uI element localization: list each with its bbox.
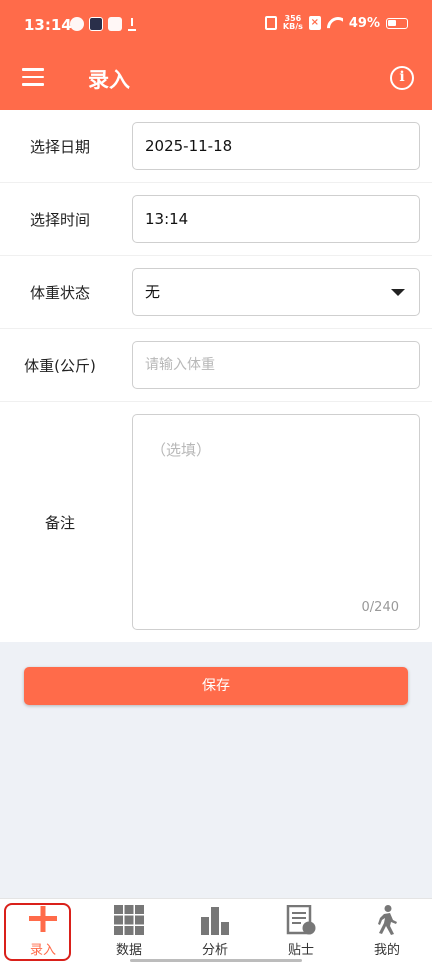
battery-icon [386, 17, 408, 29]
info-icon[interactable]: i [390, 66, 414, 90]
date-label: 选择日期 [29, 138, 90, 156]
time-row: 选择时间 13:14 [0, 183, 432, 256]
weight-label: 体重(公斤) [24, 357, 96, 375]
note-label: 备注 [44, 514, 75, 532]
walking-person-icon [378, 905, 397, 935]
nav-label-data: 数据 [115, 943, 142, 958]
page-title: 录入 [88, 68, 130, 92]
menu-icon[interactable] [22, 68, 46, 88]
note-char-counter: 0/240 [361, 600, 399, 615]
nav-item-mine[interactable]: 我的 [344, 899, 430, 964]
app-bar: 录入 i [0, 50, 432, 110]
date-row: 选择日期 2025-11-18 [0, 110, 432, 183]
sim-off-icon: × [308, 16, 321, 30]
weight-row: 体重(公斤) 请输入体重 [0, 329, 432, 402]
time-field[interactable]: 13:14 [132, 195, 420, 243]
weight-state-label: 体重状态 [29, 284, 90, 302]
wifi-icon [327, 17, 343, 29]
tips-document-icon [286, 905, 316, 935]
status-system-icons: 356 KB/s × 49% [264, 15, 408, 31]
nav-label-tips: 贴士 [287, 943, 314, 958]
nav-label-entry: 录入 [29, 943, 56, 958]
date-field[interactable]: 2025-11-18 [132, 122, 420, 170]
nav-item-tips[interactable]: 贴士 [258, 899, 344, 964]
nav-label-mine: 我的 [373, 943, 400, 958]
weight-state-value: 无 [145, 283, 161, 301]
network-speed-unit: KB/s [282, 22, 303, 31]
battery-level-fill [388, 19, 397, 26]
grid-icon [114, 905, 144, 935]
save-button[interactable]: 保存 [24, 667, 408, 705]
app-notification-icon [108, 17, 122, 31]
note-placeholder: （选填） [151, 441, 212, 459]
entry-form: 选择日期 2025-11-18 选择时间 13:14 体重状态 无 体重(公斤)… [0, 110, 432, 642]
weight-state-select[interactable]: 无 [132, 268, 420, 316]
note-textarea[interactable]: （选填） 0/240 [132, 414, 420, 630]
time-label: 选择时间 [29, 211, 90, 229]
status-time: 13:14 [24, 16, 72, 34]
nav-item-data[interactable]: 数据 [86, 899, 172, 964]
bottom-nav: 录入 数据 分析 贴士 我的 [0, 898, 432, 964]
weight-input[interactable]: 请输入体重 [132, 341, 420, 389]
status-bar: 13:14 356 KB/s × 49% [0, 0, 432, 50]
nav-item-analysis[interactable]: 分析 [172, 899, 258, 964]
battery-percent: 49% [348, 15, 380, 31]
dropdown-arrow-icon [391, 289, 405, 296]
download-icon [127, 17, 137, 31]
nav-label-analysis: 分析 [201, 943, 228, 958]
video-app-icon [89, 17, 103, 31]
nav-item-entry[interactable]: 录入 [0, 899, 86, 964]
status-notification-icons [70, 17, 137, 31]
check-circle-icon [70, 17, 84, 31]
home-indicator[interactable] [130, 959, 302, 962]
weight-state-row: 体重状态 无 [0, 256, 432, 329]
bar-chart-icon [201, 907, 229, 935]
note-row: 备注 （选填） 0/240 [0, 402, 432, 642]
vibrate-icon [264, 16, 277, 30]
network-speed: 356 KB/s [283, 15, 303, 31]
plus-icon [29, 906, 57, 932]
